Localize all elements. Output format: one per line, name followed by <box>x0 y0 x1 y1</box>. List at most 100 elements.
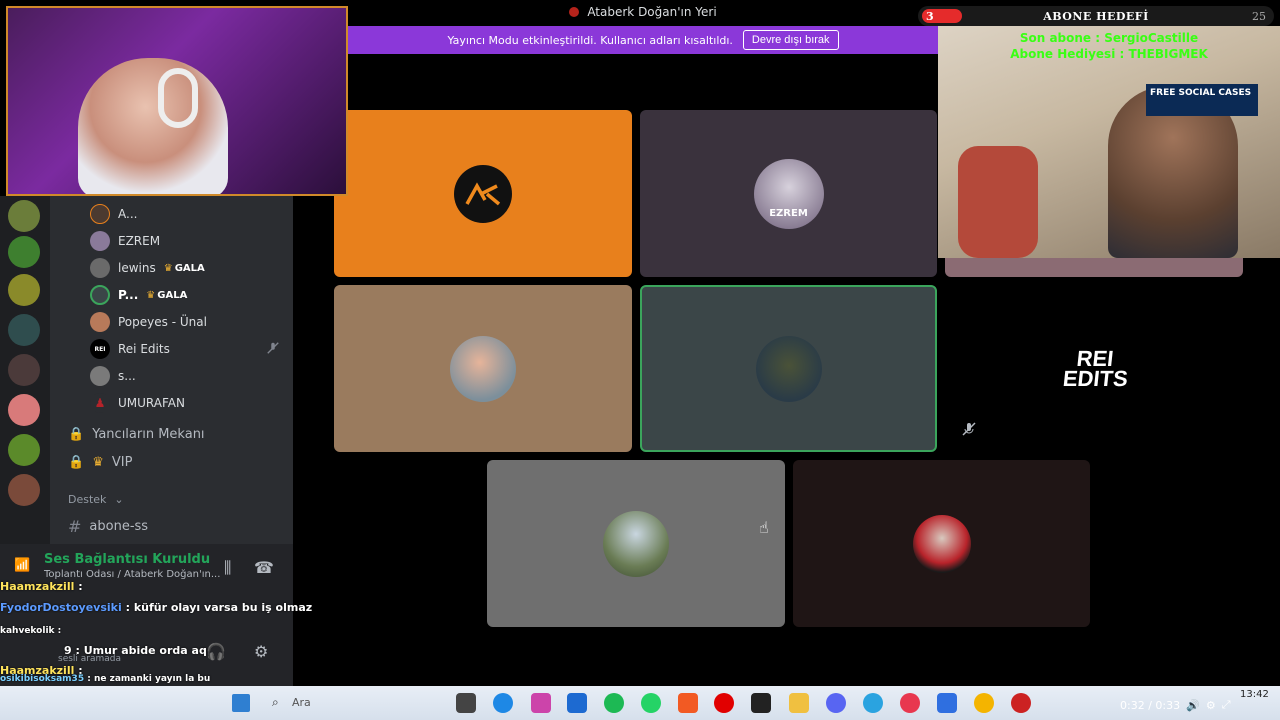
chat-user: FyodorDostoyevsiki <box>0 601 122 614</box>
lock-icon: 🔒 <box>68 427 85 442</box>
user8-avatar <box>912 514 971 573</box>
video-tile-ezrem[interactable]: EZREM <box>640 110 937 277</box>
video-tile-rei-edits[interactable]: REI EDITS <box>945 285 1243 452</box>
disable-streamer-mode-button[interactable]: Devre dışı bırak <box>742 30 839 50</box>
taskbar-search[interactable]: Ara <box>292 696 311 709</box>
chat-message: Haamzakzill : <box>0 580 83 593</box>
video-tile-user3[interactable] <box>334 285 632 452</box>
discord-icon[interactable] <box>826 693 846 713</box>
video-tile-ak[interactable] <box>334 110 632 277</box>
last-subscriber: Son abone : SergioCastille <box>1019 31 1199 45</box>
server-icon-5[interactable] <box>8 354 40 386</box>
store-icon[interactable] <box>567 693 587 713</box>
member-item[interactable]: REI Rei Edits <box>90 339 279 359</box>
video-time: 0:32 / 0:33 <box>1120 698 1181 712</box>
server-icon-3[interactable] <box>8 274 40 306</box>
window-title-bar: Ataberk Doğan'ın Yeri <box>348 0 938 24</box>
taskbar <box>0 686 1280 720</box>
volume-icon[interactable]: 🔊 <box>1186 699 1200 712</box>
member-avatar <box>90 231 110 251</box>
folder-icon[interactable] <box>789 693 809 713</box>
window-title: Ataberk Doğan'ın Yeri <box>587 5 717 19</box>
signal-icon: 📶 <box>14 558 31 573</box>
category-header[interactable]: Destek ⌄ <box>68 493 124 506</box>
video-tile-partial[interactable] <box>945 258 1243 277</box>
obs-icon[interactable] <box>1011 693 1031 713</box>
server-icon-2[interactable] <box>8 236 40 268</box>
member-avatar: ♟ <box>90 393 110 413</box>
video-tile-speaking[interactable] <box>640 285 937 452</box>
subscriber-goal-bar: 3 ABONE HEDEFİ 25 <box>918 6 1274 26</box>
chat-user: kahvekolik <box>0 626 55 636</box>
webcam-overlay-left <box>6 6 348 196</box>
member-item[interactable]: Popeyes - Ünal <box>90 312 207 332</box>
server-icon-1[interactable] <box>8 200 40 232</box>
member-avatar <box>90 285 110 305</box>
member-avatar: REI <box>90 339 110 359</box>
edge-icon[interactable] <box>493 693 513 713</box>
gala-badge: ♛ GALA <box>146 290 187 301</box>
subscriber-info: Son abone : SergioCastille Abone Hediyes… <box>938 30 1280 62</box>
hash-icon: # <box>68 517 82 536</box>
spotify-icon[interactable] <box>604 693 624 713</box>
voice-status: Ses Bağlantısı Kuruldu <box>44 552 211 567</box>
settings-icon[interactable]: ⚙ <box>1206 699 1216 712</box>
gala-badge-label: GALA <box>157 289 188 301</box>
chat-text: küfür olayı varsa bu iş olmaz <box>133 601 313 614</box>
opera-icon[interactable] <box>714 693 734 713</box>
promo-badge: FREE SOCIAL CASES <box>1146 84 1258 116</box>
chat-user: osikibisoksam35 <box>0 674 85 684</box>
member-avatar <box>90 312 110 332</box>
voice-channel-item[interactable]: 🔒 ♛ VIP <box>68 455 132 470</box>
taskview-icon[interactable] <box>456 693 476 713</box>
goal-title: ABONE HEDEFİ <box>1043 9 1149 23</box>
member-avatar <box>90 366 110 386</box>
member-item[interactable]: A... <box>90 204 137 224</box>
crown-icon: ♛ <box>146 289 156 301</box>
category-name: Destek <box>68 493 107 506</box>
member-name: Popeyes - Ünal <box>118 315 207 329</box>
member-name: EZREM <box>118 234 161 248</box>
crown-icon: ♛ <box>163 262 173 274</box>
gear-icon[interactable]: ⚙ <box>254 642 268 661</box>
ezrem-avatar: EZREM <box>753 158 824 229</box>
gala-badge-label: GALA <box>174 262 205 274</box>
member-item[interactable]: lewins ♛ GALA <box>90 258 205 278</box>
chrome-icon[interactable] <box>974 693 994 713</box>
member-item[interactable]: P... ♛ GALA <box>90 285 187 305</box>
member-item[interactable]: ♟ UMURAFAN <box>90 393 185 413</box>
rei-edits-logo: REI EDITS <box>1061 345 1130 391</box>
headset-icon[interactable]: 🎧 <box>206 642 226 661</box>
chevron-down-icon: ⌄ <box>114 493 124 506</box>
streamer-mode-text: Yayıncı Modu etkinleştirildi. Kullanıcı … <box>447 33 733 47</box>
server-icon-6[interactable] <box>8 394 40 426</box>
member-item[interactable]: EZREM <box>90 231 160 251</box>
text-channel-item[interactable]: # abone-ss <box>68 517 148 536</box>
windows-start-icon[interactable] <box>232 694 250 712</box>
telegram-icon[interactable] <box>863 693 883 713</box>
server-icon-8[interactable] <box>8 474 40 506</box>
voice-location: Toplantı Odası / Ataberk Doğan'ın... <box>44 569 221 580</box>
chat-message: kahvekolik : <box>0 626 62 636</box>
member-item[interactable]: s... <box>90 366 136 386</box>
chat-message: 9 : Umur abide orda aq <box>64 644 207 657</box>
chair <box>958 146 1038 258</box>
copilot-icon[interactable] <box>531 693 551 713</box>
chat-user: Haamzakzill <box>0 580 75 593</box>
game-icon[interactable] <box>751 693 771 713</box>
server-icon-7[interactable] <box>8 434 40 466</box>
whatsapp-icon[interactable] <box>641 693 661 713</box>
app-icon[interactable] <box>937 693 957 713</box>
fullscreen-icon[interactable]: ⤢ <box>1222 698 1231 712</box>
brave-icon[interactable] <box>678 693 698 713</box>
disconnect-icon[interactable]: ☎ <box>254 558 274 577</box>
search-icon[interactable]: ⌕ <box>272 695 279 710</box>
video-tile-user8[interactable] <box>793 460 1090 627</box>
video-tile-user7[interactable]: ☝ <box>487 460 785 627</box>
noise-suppression-icon[interactable]: ⫼ <box>224 558 231 578</box>
voice-channel-item[interactable]: 🔒 Yancıların Mekanı <box>68 427 205 442</box>
member-name: s... <box>118 369 136 383</box>
opera-gx-icon[interactable] <box>900 693 920 713</box>
streamer-face <box>78 58 228 194</box>
server-icon-4[interactable] <box>8 314 40 346</box>
